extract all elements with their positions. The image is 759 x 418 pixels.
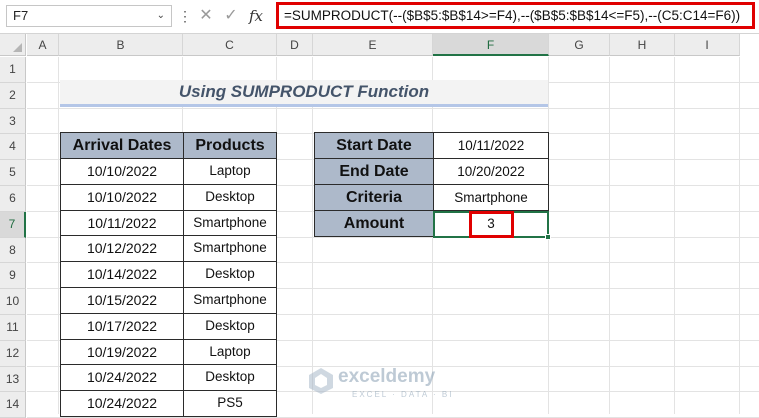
product-cell[interactable]: Smartphone (183, 209, 277, 237)
table-header-cell: Products (183, 132, 277, 159)
row-header-6[interactable]: 6 (0, 186, 26, 212)
arrival-date-cell[interactable]: 10/24/2022 (60, 364, 184, 392)
product-cell[interactable]: Smartphone (183, 287, 277, 314)
row-header-11[interactable]: 11 (0, 315, 26, 341)
column-header-g[interactable]: G (549, 34, 610, 56)
criteria-value-cell[interactable]: 10/11/2022 (433, 132, 549, 159)
column-header-f[interactable]: F (433, 34, 549, 56)
table-header-cell: Arrival Dates (60, 132, 184, 159)
arrival-date-cell[interactable]: 10/12/2022 (60, 235, 184, 263)
product-cell[interactable]: Desktop (183, 312, 277, 340)
row-header-2[interactable]: 2 (0, 82, 26, 109)
name-box[interactable]: F7 ⌄ (6, 5, 172, 27)
sheet-title: Using SUMPRODUCT Function (60, 80, 548, 107)
exceldemy-watermark: exceldemy EXCEL · DATA · BI (308, 364, 458, 408)
row-header-3[interactable]: 3 (0, 108, 26, 135)
row-header-4[interactable]: 4 (0, 134, 26, 161)
column-header-h[interactable]: H (610, 34, 675, 56)
arrival-date-cell[interactable]: 10/11/2022 (60, 209, 184, 237)
row-header-10[interactable]: 10 (0, 289, 26, 315)
criteria-label-cell: Amount (314, 210, 434, 237)
watermark-name: exceldemy (338, 366, 436, 387)
select-all-corner[interactable] (0, 34, 26, 56)
product-cell[interactable]: PS5 (183, 390, 277, 417)
more-options-icon[interactable]: ⋮ (178, 6, 192, 26)
criteria-value-cell[interactable]: Smartphone (433, 184, 549, 211)
arrival-date-cell[interactable]: 10/19/2022 (60, 338, 184, 366)
arrival-date-cell[interactable]: 10/10/2022 (60, 183, 184, 211)
result-highlight-box (469, 211, 514, 238)
criteria-label-cell: Criteria (314, 184, 434, 211)
arrival-date-cell[interactable]: 10/10/2022 (60, 158, 184, 185)
row-header-9[interactable]: 9 (0, 263, 26, 290)
insert-function-icon[interactable]: fx (244, 5, 268, 27)
column-header-i[interactable]: I (675, 34, 740, 56)
criteria-label-cell: Start Date (314, 132, 434, 159)
name-box-value: F7 (13, 8, 29, 23)
gridline-column (739, 57, 740, 414)
gridline-column (312, 57, 313, 414)
arrival-date-cell[interactable]: 10/17/2022 (60, 312, 184, 340)
column-header-d[interactable]: D (277, 34, 313, 56)
column-header-b[interactable]: B (59, 34, 183, 56)
row-header-13[interactable]: 13 (0, 366, 26, 393)
gridline-row (27, 107, 759, 109)
column-header-a[interactable]: A (27, 34, 59, 56)
row-header-8[interactable]: 8 (0, 237, 26, 264)
row-header-14[interactable]: 14 (0, 392, 26, 418)
criteria-value-cell[interactable]: 10/20/2022 (433, 158, 549, 185)
gridline-column (58, 57, 59, 414)
chevron-down-icon[interactable]: ⌄ (157, 6, 165, 26)
formula-input[interactable]: =SUMPRODUCT(--($B$5:$B$14>=F4),--($B$5:$… (276, 2, 755, 29)
fill-handle[interactable] (545, 234, 551, 240)
gridline-column (674, 57, 675, 414)
row-header-7[interactable]: 7 (0, 211, 26, 238)
enter-icon[interactable]: ✓ (221, 6, 241, 26)
row-header-12[interactable]: 12 (0, 340, 26, 367)
product-cell[interactable]: Desktop (183, 364, 277, 392)
arrival-date-cell[interactable]: 10/24/2022 (60, 390, 184, 417)
product-cell[interactable]: Laptop (183, 338, 277, 366)
watermark-tagline: EXCEL · DATA · BI (352, 390, 454, 399)
gridline-column (609, 57, 610, 414)
arrival-date-cell[interactable]: 10/14/2022 (60, 261, 184, 288)
product-cell[interactable]: Desktop (183, 261, 277, 288)
cancel-icon[interactable]: ✕ (196, 6, 216, 26)
product-cell[interactable]: Desktop (183, 183, 277, 211)
row-header-1[interactable]: 1 (0, 57, 26, 83)
column-header-e[interactable]: E (313, 34, 433, 56)
column-header-c[interactable]: C (183, 34, 277, 56)
arrival-date-cell[interactable]: 10/15/2022 (60, 287, 184, 314)
row-header-5[interactable]: 5 (0, 160, 26, 186)
product-cell[interactable]: Laptop (183, 158, 277, 185)
exceldemy-logo-icon (309, 368, 333, 394)
criteria-label-cell: End Date (314, 158, 434, 185)
product-cell[interactable]: Smartphone (183, 235, 277, 263)
